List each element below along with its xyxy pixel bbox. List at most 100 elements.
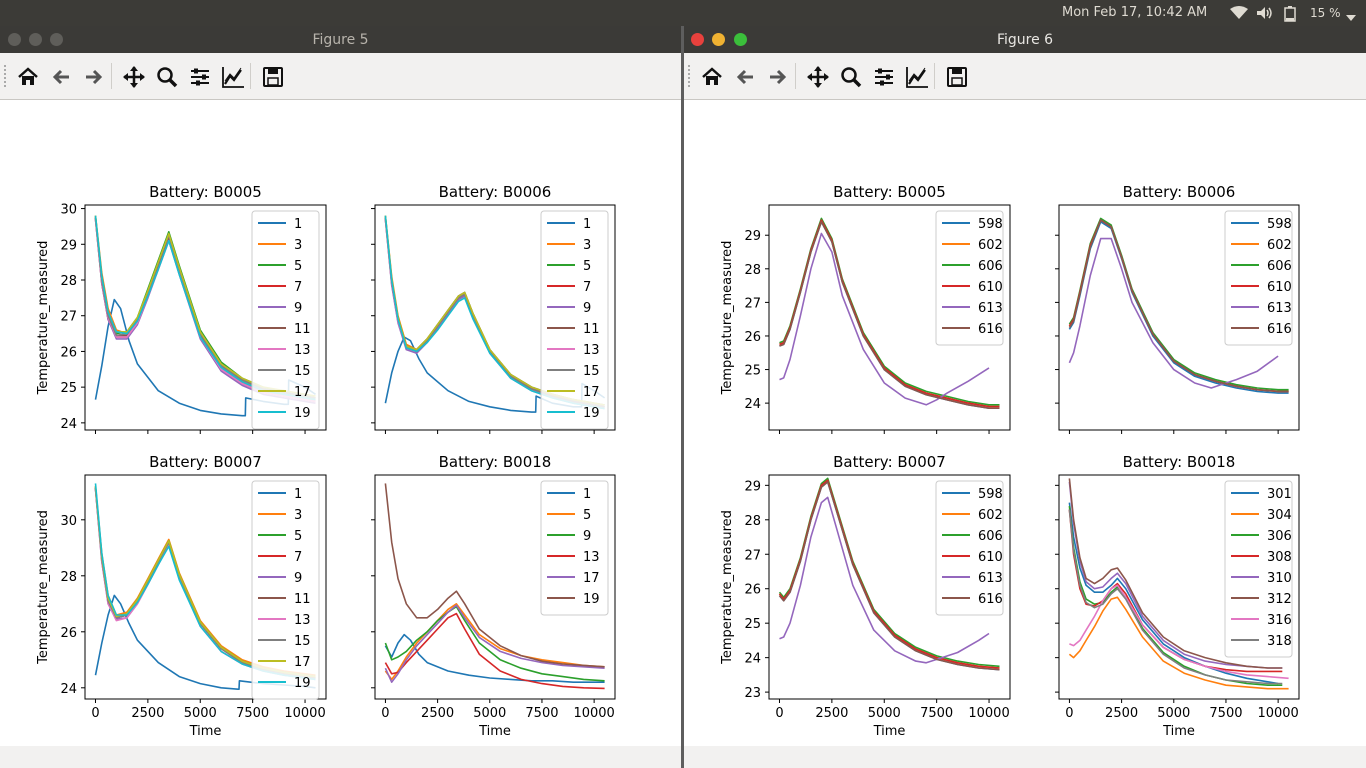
battery-icon[interactable] <box>1284 6 1296 26</box>
toolbar-grip[interactable] <box>688 65 693 87</box>
subplot[interactable]: 0 2500 5000 7500 10000Battery: B0018Time3013… <box>1055 453 1300 739</box>
zoom-button[interactable] <box>837 63 865 91</box>
legend-label: 19 <box>583 592 600 607</box>
toolbar-separator <box>795 63 796 89</box>
system-top-bar: Mon Feb 17, 10:42 AM 15 % <box>0 0 1366 26</box>
legend-label: 17 <box>294 655 311 670</box>
edit-axes-button[interactable] <box>219 63 247 91</box>
subplot-title: Battery: B0005 <box>833 183 946 201</box>
legend-label: 3 <box>583 238 591 253</box>
home-icon <box>18 67 38 85</box>
legend[interactable]: 1 5 9 13 17 19 <box>540 480 609 616</box>
y-tick-label: 27 <box>744 296 761 311</box>
x-tick-label: 0 <box>1065 706 1073 721</box>
x-axis-label: Time <box>189 724 222 739</box>
subplot[interactable]: 0 2500 5000 7500 10000Battery: B0018Time1591… <box>371 453 616 739</box>
legend-label: 9 <box>294 301 302 316</box>
legend[interactable]: 135791113151719 <box>251 480 320 700</box>
subplot[interactable]: 24 25 26 27 28 29 Battery: B0005 Temperature_me… <box>720 183 1011 434</box>
x-tick-label: 0 <box>775 706 783 721</box>
clock[interactable]: Mon Feb 17, 10:42 AM <box>1062 5 1207 20</box>
back-icon <box>52 69 69 85</box>
legend-label: 606 <box>1267 259 1292 274</box>
zoom-button[interactable] <box>153 63 181 91</box>
y-tick-label: 25 <box>744 364 761 379</box>
figure-canvas[interactable]: 24 25 26 27 28 29 Battery: B0005 Temperature_me… <box>684 100 1366 746</box>
legend-label: 602 <box>978 238 1003 253</box>
home-button[interactable] <box>698 63 726 91</box>
legend-label: 1 <box>294 487 302 502</box>
subplot[interactable]: Battery: B0006135791113151719 <box>371 183 616 434</box>
pan-button[interactable] <box>804 63 832 91</box>
back-button[interactable] <box>47 63 75 91</box>
x-tick-label: 2500 <box>815 706 848 721</box>
legend[interactable]: 135791113151719 <box>251 210 320 430</box>
legend-label: 316 <box>1267 613 1292 628</box>
legend-label: 9 <box>294 571 302 586</box>
legend-label: 5 <box>294 259 302 274</box>
legend-label: 306 <box>1267 529 1292 544</box>
legend-label: 606 <box>978 529 1003 544</box>
legend-label: 17 <box>294 385 311 400</box>
menu-arrow-icon[interactable] <box>1346 10 1356 25</box>
title-bar[interactable]: Figure 5 <box>0 26 681 53</box>
subplot[interactable]: Battery: B0006 598 602 606 610 613 616 <box>1055 183 1300 434</box>
x-tick-label: 2500 <box>1105 706 1138 721</box>
x-tick-label: 7500 <box>1209 706 1242 721</box>
forward-button[interactable] <box>80 63 108 91</box>
save-button[interactable] <box>943 63 971 91</box>
subplot[interactable]: 0 2500 5000 7500 10000 24 26 28 30 Battery: B0007… <box>36 453 327 739</box>
legend-label: 3 <box>294 508 302 523</box>
toolbar-separator <box>934 63 935 89</box>
back-button[interactable] <box>731 63 759 91</box>
x-tick-label: 0 <box>91 706 99 721</box>
series-line-17 <box>384 604 605 684</box>
x-tick-label: 10000 <box>968 706 1009 721</box>
title-bar[interactable]: Figure 6 <box>684 26 1366 53</box>
save-button[interactable] <box>259 63 287 91</box>
legend-label: 318 <box>1267 634 1292 649</box>
x-tick-label: 7500 <box>236 706 269 721</box>
x-tick-label: 5000 <box>473 706 506 721</box>
subplot-title: Battery: B0005 <box>149 183 262 201</box>
toolbar-separator <box>250 63 251 89</box>
y-axis-label: Temperature_measured <box>36 241 51 396</box>
legend-label: 17 <box>583 385 600 400</box>
x-axis-label: Time <box>873 724 906 739</box>
home-button[interactable] <box>14 63 42 91</box>
subplots-button[interactable] <box>870 63 898 91</box>
x-tick-label: 10000 <box>1257 706 1298 721</box>
subplot[interactable]: 0 2500 5000 7500 10000 23 24 25 26 27 28 29 Battery:… <box>720 453 1011 739</box>
subplot[interactable]: 24 25 26 27 28 29 30 Battery: B0005 Temperature_… <box>36 183 327 434</box>
forward-button[interactable] <box>764 63 792 91</box>
forward-icon <box>86 69 103 85</box>
toolbar-grip[interactable] <box>4 65 9 87</box>
volume-icon[interactable] <box>1256 6 1274 24</box>
y-tick-label: 30 <box>60 203 77 218</box>
y-tick-label: 27 <box>60 310 77 325</box>
legend-label: 1 <box>583 487 591 502</box>
battery-percent[interactable]: 15 % <box>1310 6 1341 20</box>
legend[interactable]: 301 304 306 308 310 312 316 318 <box>1224 480 1293 658</box>
legend-label: 613 <box>978 301 1003 316</box>
pan-button[interactable] <box>120 63 148 91</box>
subplots-button[interactable] <box>186 63 214 91</box>
figure-6-plots: 24 25 26 27 28 29 Battery: B0005 Temperature_me… <box>720 183 1300 739</box>
forward-icon <box>770 69 787 85</box>
subplot-title: Battery: B0018 <box>439 453 552 471</box>
legend[interactable]: 598 602 606 610 613 616 <box>935 480 1004 616</box>
legend[interactable]: 598 602 606 610 613 616 <box>1224 210 1293 346</box>
legend[interactable]: 135791113151719 <box>540 210 609 430</box>
legend-label: 19 <box>294 406 311 421</box>
pan-icon <box>807 66 829 88</box>
legend-label: 610 <box>978 550 1003 565</box>
edit-axes-button[interactable] <box>903 63 931 91</box>
status-bar <box>0 746 681 768</box>
x-tick-label: 10000 <box>284 706 325 721</box>
x-tick-label: 2500 <box>421 706 454 721</box>
legend-label: 1 <box>294 217 302 232</box>
legend-label: 7 <box>583 280 591 295</box>
wifi-icon[interactable] <box>1230 6 1248 24</box>
legend[interactable]: 598 602 606 610 613 616 <box>935 210 1004 346</box>
figure-canvas[interactable]: 24 25 26 27 28 29 30 Battery: B0005 Temperature_… <box>0 100 681 746</box>
